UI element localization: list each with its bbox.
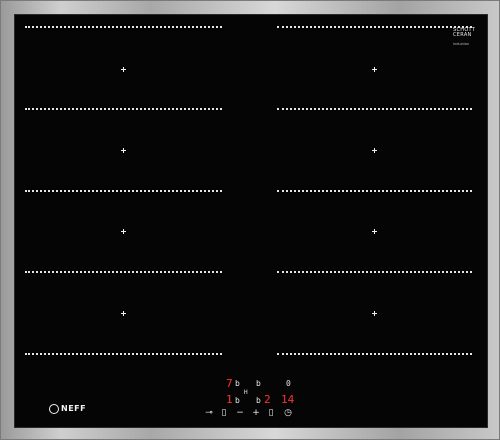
zone-residual-indicator: b [235, 396, 240, 405]
zone-residual-indicator: b [256, 396, 261, 405]
zone-center-mark[interactable] [121, 229, 126, 234]
zone-center-mark[interactable] [121, 311, 126, 316]
zone-marking-line [277, 26, 472, 28]
zone-level-display: 1 [226, 393, 233, 406]
cooktop-frame: SCHOTT CERAN induction NEFF 7 b b 0 H 1 … [0, 0, 500, 440]
zone-marking-line [25, 108, 222, 110]
neff-logo-icon [49, 404, 59, 414]
zone-marking-line [25, 271, 222, 273]
zone-marking-line [277, 271, 472, 273]
zone-marking-line [25, 26, 222, 28]
panel-sub-label: induction [453, 42, 470, 46]
zone-link-indicator: H [244, 389, 248, 396]
key-lock-icon[interactable]: ⊸ [203, 409, 215, 418]
zone-marking-line [277, 190, 472, 192]
zone-residual-indicator: b [235, 379, 240, 388]
plus-icon[interactable]: + [251, 409, 261, 418]
zone-select-icon[interactable]: ▯ [219, 409, 229, 418]
timer-icon[interactable]: ◷ [282, 409, 294, 418]
zone-marking-line [25, 353, 222, 355]
zone-center-mark[interactable] [372, 229, 377, 234]
zone-center-mark[interactable] [372, 148, 377, 153]
zone-center-mark[interactable] [372, 67, 377, 72]
zone-marking-line [25, 190, 222, 192]
minus-icon[interactable]: − [235, 409, 245, 418]
zone-residual-indicator: b [256, 379, 261, 388]
zone-select-icon[interactable]: ▯ [266, 409, 276, 418]
zone-marking-line [277, 108, 472, 110]
ceramic-glass-surface: SCHOTT CERAN induction NEFF 7 b b 0 H 1 … [14, 14, 488, 428]
zone-center-mark[interactable] [121, 148, 126, 153]
timer-display: 14 [281, 393, 295, 406]
zone-center-mark[interactable] [372, 311, 377, 316]
zone-status-icon: 0 [286, 379, 291, 388]
panel-maker-label: SCHOTT CERAN [453, 27, 476, 38]
zone-marking-line [277, 353, 472, 355]
zone-level-display: 2 [264, 393, 271, 406]
zone-center-mark[interactable] [121, 67, 126, 72]
zone-level-display: 7 [226, 377, 233, 390]
brand-logo-text: NEFF [61, 404, 87, 413]
